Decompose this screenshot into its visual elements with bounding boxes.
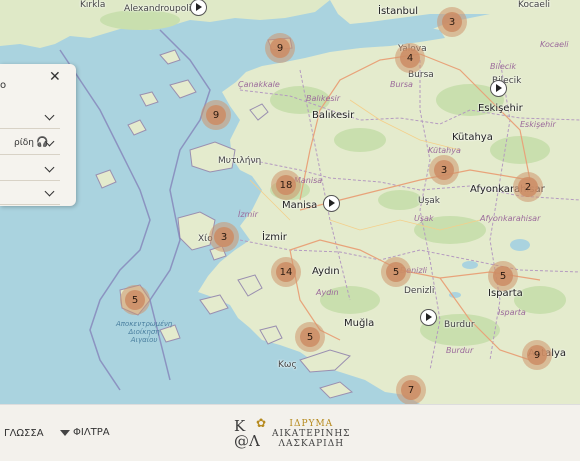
- city-label: Manisa: [282, 200, 318, 211]
- audio-play-marker[interactable]: [489, 79, 507, 97]
- province-label: Bilecik: [490, 62, 517, 71]
- marker-cluster[interactable]: 5: [381, 257, 411, 287]
- cluster-count: 5: [392, 266, 400, 278]
- logo-line: ΛΑΣΚΑΡΙΔΗ: [278, 439, 345, 449]
- province-label: Afyonkarahisar: [480, 214, 541, 223]
- province-label: Bursa: [390, 80, 413, 89]
- sea-label: Αποκεντρωμένη Διοίκηση Αιγαίου: [116, 320, 172, 344]
- province-label: Aydın: [316, 288, 339, 297]
- audio-play-marker[interactable]: [419, 308, 437, 326]
- panel-dropdown-row[interactable]: [0, 184, 60, 205]
- logo-text: ΙΔΡΥΜΑ ΑΙΚΑΤΕΡΙΝΗΣ ΛΑΣΚΑΡΙΔΗ: [272, 419, 351, 449]
- province-label: Eskişehir: [520, 120, 556, 129]
- city-label: Balıkesir: [312, 110, 355, 121]
- panel-dropdown-row[interactable]: [0, 108, 60, 129]
- city-label: İstanbul: [378, 6, 419, 17]
- marker-cluster[interactable]: 14: [271, 257, 301, 287]
- province-label: Isparta: [498, 308, 526, 317]
- panel-header: ο: [0, 80, 7, 91]
- marker-cluster[interactable]: 18: [271, 170, 301, 200]
- province-label: Balıkesir: [306, 94, 341, 103]
- cluster-count: 4: [406, 52, 414, 64]
- cluster-count: 3: [448, 16, 456, 28]
- sea-label-line: Διοίκηση: [128, 328, 160, 336]
- marker-cluster[interactable]: 3: [209, 222, 239, 252]
- province-label: Kütahya: [428, 146, 461, 155]
- filters-button[interactable]: ΦΙΛΤΡΑ: [60, 427, 110, 438]
- logo-line: ΑΙΚΑΤΕΡΙΝΗΣ: [272, 429, 351, 439]
- panel-dropdown-row[interactable]: ρίδη 🎧: [0, 134, 60, 155]
- sea-label-line: Αποκεντρωμένη: [116, 320, 173, 328]
- audio-play-marker[interactable]: [322, 194, 340, 212]
- logo-line: ΙΔΡΥΜΑ: [289, 419, 334, 429]
- city-label: Kırkla: [80, 0, 106, 10]
- province-label: Kocaeli: [540, 40, 569, 49]
- marker-cluster[interactable]: 5: [295, 322, 325, 352]
- close-icon[interactable]: ✕: [49, 70, 61, 84]
- cluster-count: 5: [306, 331, 314, 343]
- marker-cluster[interactable]: 7: [396, 375, 426, 404]
- footer-bar: ΓΛΩΣΣΑ ΦΙΛΤΡΑ Κ @Λ ✿ ΙΔΡΥΜΑ ΑΙΚΑΤΕΡΙΝΗΣ …: [0, 404, 580, 461]
- province-label: Çanakkale: [238, 80, 280, 89]
- foundation-logo[interactable]: Κ @Λ ✿ ΙΔΡΥΜΑ ΑΙΚΑΤΕΡΙΝΗΣ ΛΑΣΚΑΡΙΔΗ: [234, 415, 351, 453]
- chevron-down-icon: [44, 162, 55, 173]
- city-label: İzmir: [262, 232, 287, 243]
- province-label: Uşak: [414, 214, 434, 223]
- marker-cluster[interactable]: 9: [265, 33, 295, 63]
- city-label: Μυτιλήνη: [218, 156, 262, 166]
- cluster-count: 9: [276, 42, 284, 54]
- marker-cluster[interactable]: 9: [522, 340, 552, 370]
- city-label: Kütahya: [452, 132, 493, 143]
- marker-cluster[interactable]: 5: [120, 285, 150, 315]
- province-label: Burdur: [446, 346, 474, 355]
- cluster-count: 5: [499, 270, 507, 282]
- city-label: Kocaeli: [518, 0, 550, 10]
- monogram-bottom: @Λ: [234, 432, 260, 450]
- chevron-down-icon: [44, 110, 55, 121]
- chevron-down-icon: [44, 186, 55, 197]
- province-label: İzmir: [238, 210, 258, 219]
- cluster-count: 7: [407, 384, 415, 396]
- city-label: Κως: [278, 360, 297, 370]
- flower-icon: ✿: [256, 416, 267, 430]
- sea-label-line: Αιγαίου: [130, 336, 158, 344]
- marker-cluster[interactable]: 5: [488, 261, 518, 291]
- city-label: Muğla: [344, 318, 375, 329]
- panel-dropdown-row[interactable]: [0, 160, 60, 181]
- city-label: Alexandroupoli: [124, 4, 192, 14]
- city-label: Denizli: [404, 286, 435, 296]
- cluster-count: 18: [279, 179, 293, 191]
- cluster-count: 2: [524, 181, 532, 193]
- city-label: Eskişehir: [478, 103, 523, 114]
- marker-cluster[interactable]: 9: [201, 100, 231, 130]
- filter-icon: [60, 429, 70, 436]
- filters-label: ΦΙΛΤΡΑ: [73, 427, 110, 438]
- language-button[interactable]: ΓΛΩΣΣΑ: [4, 428, 44, 439]
- marker-cluster[interactable]: 4: [395, 43, 425, 73]
- cluster-count: 9: [533, 349, 541, 361]
- city-label: Aydın: [312, 266, 340, 277]
- cluster-count: 9: [212, 109, 220, 121]
- cluster-count: 3: [440, 164, 448, 176]
- marker-cluster[interactable]: 3: [429, 155, 459, 185]
- cluster-count: 3: [220, 231, 228, 243]
- dropdown-label: ρίδη: [14, 138, 34, 148]
- city-label: Burdur: [444, 320, 475, 330]
- filter-panel: ✕ ο ρίδη 🎧: [0, 64, 76, 206]
- audio-play-marker[interactable]: [189, 0, 207, 16]
- cluster-count: 5: [131, 294, 139, 306]
- cluster-count: 14: [279, 266, 293, 278]
- marker-cluster[interactable]: 2: [513, 172, 543, 202]
- city-label: Uşak: [418, 196, 441, 206]
- map-area[interactable]: İstanbul Yalova Bursa Bilecik Eskişehir …: [0, 0, 580, 404]
- marker-cluster[interactable]: 3: [437, 7, 467, 37]
